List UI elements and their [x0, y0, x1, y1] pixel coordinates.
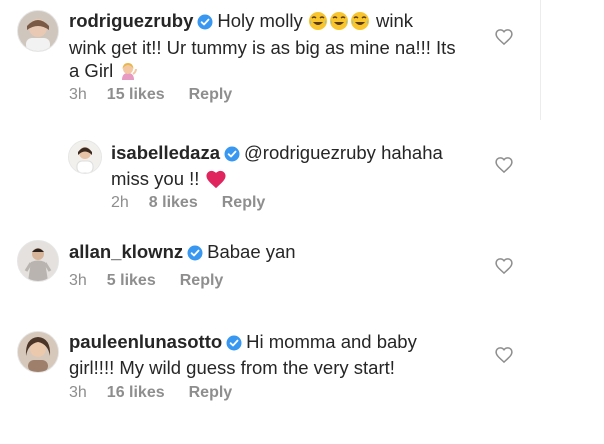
- comment-timestamp[interactable]: 3h: [69, 272, 87, 290]
- comment-text-segment: miss you !!: [111, 168, 200, 189]
- red-heart-emoji-icon: [205, 169, 227, 194]
- comment-text-segment: a Girl: [69, 60, 114, 81]
- heart-outline-icon[interactable]: [494, 27, 514, 47]
- comment-timestamp[interactable]: 3h: [69, 86, 87, 104]
- divider: [540, 0, 541, 120]
- comment-text-segment: hahaha: [381, 142, 443, 163]
- verified-badge-icon: [226, 333, 242, 356]
- reply-button[interactable]: Reply: [189, 384, 233, 402]
- laughing-emoji-icon: [350, 11, 370, 36]
- heart-outline-icon[interactable]: [494, 256, 514, 276]
- laughing-emoji-icon: [308, 11, 328, 36]
- comment-text: allan_klownz Babae yan: [69, 240, 489, 266]
- verified-badge-icon: [187, 243, 203, 266]
- comment-text-segment: girl!!!! My wild guess from the very sta…: [69, 357, 395, 378]
- laughing-emoji-icon: [329, 11, 349, 36]
- reply-button[interactable]: Reply: [222, 194, 266, 212]
- comment-likes-count[interactable]: 16 likes: [107, 384, 165, 402]
- comment-username[interactable]: pauleenlunasotto: [69, 331, 222, 352]
- mention-link[interactable]: @rodriguezruby: [244, 142, 376, 163]
- avatar[interactable]: [17, 10, 59, 52]
- comment-timestamp[interactable]: 3h: [69, 384, 87, 402]
- reply-button[interactable]: Reply: [180, 272, 224, 290]
- verified-badge-icon: [197, 12, 213, 35]
- avatar[interactable]: [17, 331, 59, 373]
- comment-meta: 2h 8 likes Reply: [111, 194, 265, 212]
- comment-likes-count[interactable]: 8 likes: [149, 194, 198, 212]
- comment-text: pauleenlunasotto Hi momma and baby girl!!…: [69, 330, 489, 379]
- comment-username[interactable]: allan_klownz: [69, 241, 183, 262]
- comment-text-segment: Babae yan: [207, 241, 296, 262]
- comment-likes-count[interactable]: 15 likes: [107, 86, 165, 104]
- heart-outline-icon[interactable]: [494, 155, 514, 175]
- comment-text-segment: Hi momma and baby: [246, 331, 417, 352]
- comment-text-segment: wink: [375, 10, 413, 31]
- comment-meta: 3h 5 likes Reply: [69, 272, 223, 290]
- reply-button[interactable]: Reply: [189, 86, 233, 104]
- comment-text: rodriguezruby Holy molly wink wink get it…: [69, 9, 489, 86]
- comment-username[interactable]: isabelledaza: [111, 142, 220, 163]
- avatar[interactable]: [17, 240, 59, 282]
- comment-text-segment: wink get it!! Ur tummy is as big as mine…: [69, 37, 456, 58]
- heart-outline-icon[interactable]: [494, 345, 514, 365]
- comment-likes-count[interactable]: 5 likes: [107, 272, 156, 290]
- verified-badge-icon: [224, 144, 240, 167]
- comment-meta: 3h 15 likes Reply: [69, 86, 232, 104]
- comment-timestamp[interactable]: 2h: [111, 194, 129, 212]
- person-tipping-hand-emoji-icon: [118, 61, 138, 86]
- comment-meta: 3h 16 likes Reply: [69, 384, 232, 402]
- comment-text: isabelledaza @rodriguezruby hahaha miss y…: [111, 141, 491, 194]
- comment-username[interactable]: rodriguezruby: [69, 10, 193, 31]
- avatar[interactable]: [68, 140, 102, 174]
- comment-text-segment: Holy molly: [217, 10, 303, 31]
